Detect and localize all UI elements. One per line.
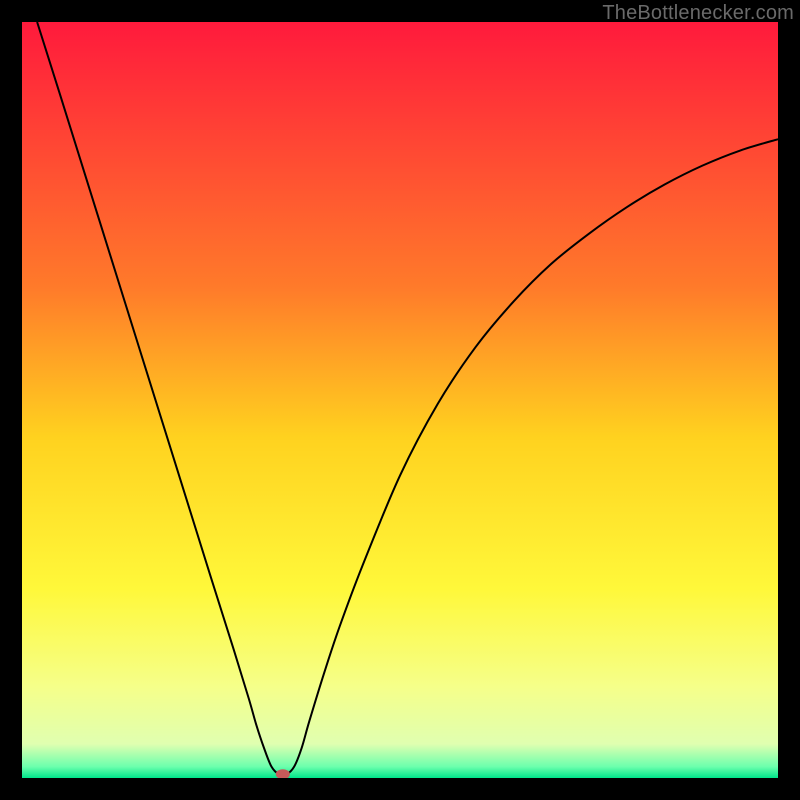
chart-background <box>22 22 778 778</box>
chart-frame <box>22 22 778 778</box>
chart-svg <box>22 22 778 778</box>
